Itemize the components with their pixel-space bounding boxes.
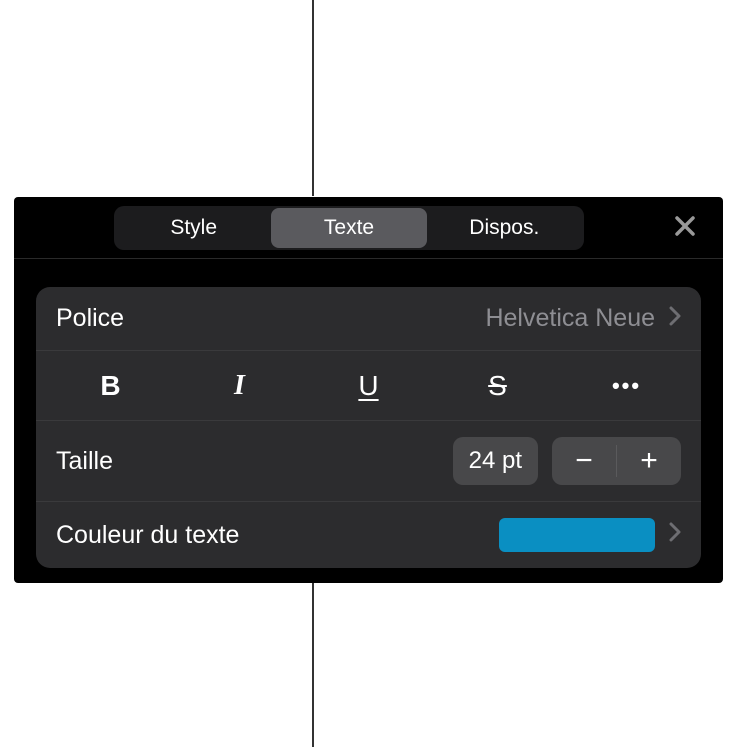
size-row: Taille 24 pt − + xyxy=(36,421,701,502)
chevron-right-icon xyxy=(669,522,681,548)
italic-icon: I xyxy=(234,370,245,402)
callout-line-top xyxy=(312,0,314,196)
size-decrease-button[interactable]: − xyxy=(552,437,616,485)
bold-button[interactable]: B xyxy=(46,353,175,418)
size-increase-button[interactable]: + xyxy=(617,437,681,485)
close-icon xyxy=(674,212,696,244)
text-color-label: Couleur du texte xyxy=(56,521,239,550)
font-value-group: Helvetica Neue xyxy=(485,304,681,333)
settings-card: Police Helvetica Neue B I xyxy=(36,287,701,568)
close-button[interactable] xyxy=(665,208,705,248)
panel-header: Style Texte Dispos. xyxy=(14,197,723,259)
panel-content: Police Helvetica Neue B I xyxy=(14,259,723,568)
font-label: Police xyxy=(56,304,124,333)
tab-text[interactable]: Texte xyxy=(271,208,426,248)
underline-button[interactable]: U xyxy=(304,353,433,418)
tab-group: Style Texte Dispos. xyxy=(114,206,584,250)
underline-icon: U xyxy=(358,370,378,402)
color-swatch[interactable] xyxy=(499,518,655,552)
format-panel: Style Texte Dispos. Police Helvetica Neu… xyxy=(14,197,723,583)
size-label: Taille xyxy=(56,447,113,476)
minus-icon: − xyxy=(575,444,593,478)
more-styles-button[interactable]: ••• xyxy=(562,353,691,418)
text-color-value-group xyxy=(499,518,681,552)
font-value: Helvetica Neue xyxy=(485,304,655,333)
font-row[interactable]: Police Helvetica Neue xyxy=(36,287,701,351)
size-controls: 24 pt − + xyxy=(453,437,681,485)
tab-style[interactable]: Style xyxy=(116,208,271,248)
callout-line-bottom xyxy=(312,582,314,747)
italic-button[interactable]: I xyxy=(175,353,304,418)
text-style-row: B I U S ••• xyxy=(36,351,701,421)
plus-icon: + xyxy=(640,444,658,478)
bold-icon: B xyxy=(100,370,120,402)
text-color-row[interactable]: Couleur du texte xyxy=(36,502,701,568)
more-icon: ••• xyxy=(612,373,641,399)
size-stepper: − + xyxy=(552,437,681,485)
strikethrough-icon: S xyxy=(488,370,507,402)
strikethrough-button[interactable]: S xyxy=(433,353,562,418)
chevron-right-icon xyxy=(669,306,681,332)
tab-layout[interactable]: Dispos. xyxy=(427,208,582,248)
size-value[interactable]: 24 pt xyxy=(453,437,538,485)
